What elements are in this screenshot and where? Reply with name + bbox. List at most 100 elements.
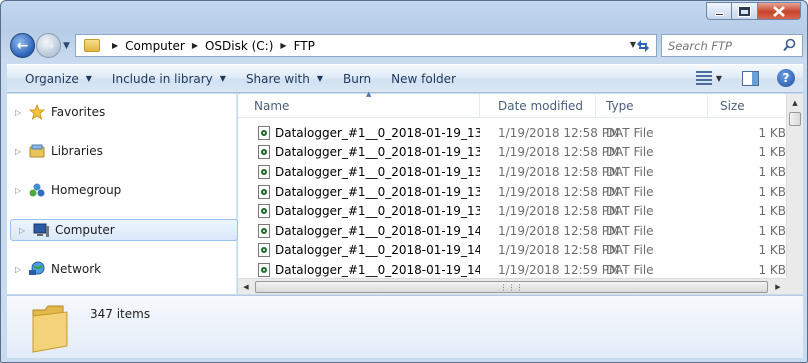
table-row[interactable]: Datalogger_#1__0_2018-01-19_14-00-32_0..… — [238, 241, 786, 261]
homegroup-icon — [29, 182, 45, 198]
caption-buttons — [706, 2, 801, 20]
item-count: 347 items — [90, 307, 151, 321]
table-row[interactable]: Datalogger_#1__0_2018-01-19_14-00-00_0..… — [238, 221, 786, 241]
help-icon[interactable]: ? — [777, 69, 795, 87]
file-date: 1/19/2018 12:58 PM — [498, 243, 620, 258]
breadcrumb-computer[interactable]: Computer — [125, 39, 185, 53]
back-button[interactable]: ← — [10, 33, 35, 58]
include-in-library-button[interactable]: Include in library ▼ — [102, 72, 236, 86]
scrollbar-corner — [786, 278, 803, 294]
details-pane: 347 items — [7, 295, 803, 358]
expand-icon[interactable]: ▷ — [15, 186, 23, 195]
forward-button[interactable]: → — [36, 33, 61, 58]
expand-icon[interactable]: ▷ — [19, 226, 27, 235]
search-icon[interactable] — [783, 38, 796, 52]
table-row[interactable]: Datalogger_#1__0_2018-01-19_13-58-00_0..… — [238, 143, 786, 163]
close-button[interactable] — [758, 2, 801, 20]
file-date: 1/19/2018 12:58 PM — [498, 164, 620, 179]
table-row[interactable]: Datalogger_#1__0_2018-01-19_13-59-07_0..… — [238, 182, 786, 202]
scroll-right-icon[interactable]: ▶ — [770, 279, 786, 295]
dat-file-icon — [258, 204, 270, 219]
refresh-button[interactable] — [629, 34, 656, 57]
preview-pane-icon[interactable] — [742, 70, 759, 86]
expand-icon[interactable]: ▷ — [15, 108, 23, 117]
table-row[interactable]: Datalogger_#1__0_2018-01-19_13-59-30_0..… — [238, 201, 786, 221]
file-list: ▲ Name Date modified Type Size Datalogge… — [238, 90, 803, 294]
expand-icon[interactable]: ▷ — [15, 147, 23, 156]
maximize-button[interactable] — [732, 2, 758, 20]
table-row[interactable]: Datalogger_#1__0_2018-01-19_13-57-30_0..… — [238, 123, 786, 143]
column-header-date[interactable]: Date modified — [480, 94, 596, 118]
sidebar-item-favorites[interactable]: ▷ Favorites — [7, 101, 236, 123]
horizontal-scrollbar[interactable]: ◀ ⋮⋮⋮ ▶ — [238, 278, 786, 294]
share-with-button[interactable]: Share with ▼ — [236, 72, 333, 86]
column-header-type[interactable]: Type — [596, 94, 708, 118]
vertical-scroll-thumb[interactable] — [789, 112, 801, 126]
file-size: 1 KB — [758, 125, 786, 140]
address-bar[interactable]: ▶ Computer ▶ OSDisk (C:) ▶ FTP ▼ — [75, 34, 657, 57]
breadcrumb-separator-icon[interactable]: ▶ — [112, 41, 118, 50]
file-size: 1 KB — [758, 184, 786, 199]
column-headers: ▲ Name Date modified Type Size — [238, 90, 803, 118]
vertical-scrollbar[interactable]: ▲ — [786, 94, 803, 278]
column-header-label: Date modified — [498, 99, 584, 113]
change-view-icon[interactable] — [695, 71, 712, 85]
file-size: 1 KB — [758, 164, 786, 179]
sidebar-item-homegroup[interactable]: ▷ Homegroup — [7, 179, 236, 201]
breadcrumb-separator-icon[interactable]: ▶ — [192, 41, 198, 50]
folder-icon — [84, 39, 100, 52]
scroll-up-icon[interactable]: ▲ — [787, 94, 803, 111]
scroll-left-icon[interactable]: ◀ — [238, 279, 254, 295]
library-icon — [29, 143, 45, 159]
column-header-label: Size — [720, 99, 745, 113]
forward-arrow-icon: → — [42, 37, 55, 54]
breadcrumb-osdisk[interactable]: OSDisk (C:) — [205, 39, 273, 53]
navigation-pane: ▷ Favorites ▷ Libraries ▷ Homegroup ▷ Co… — [7, 94, 238, 294]
file-type: DAT File — [606, 184, 654, 199]
command-bar: Organize ▼ Include in library ▼ Share with… — [7, 64, 803, 93]
dat-file-icon — [258, 262, 270, 277]
breadcrumb-separator-icon[interactable]: ▶ — [280, 41, 286, 50]
column-header-label: Name — [254, 99, 290, 113]
organize-label: Organize — [25, 71, 79, 86]
file-date: 1/19/2018 12:58 PM — [498, 223, 620, 238]
horizontal-scroll-thumb[interactable]: ⋮⋮⋮ — [255, 281, 768, 293]
network-icon — [29, 261, 45, 277]
search-input[interactable] — [668, 38, 780, 53]
expand-icon[interactable]: ▷ — [15, 265, 23, 274]
view-options-dropdown-icon[interactable]: ▼ — [716, 74, 722, 83]
file-name: Datalogger_#1__0_2018-01-19_14-01-00_0..… — [275, 262, 480, 277]
burn-button[interactable]: Burn — [333, 72, 381, 86]
column-header-label: Type — [606, 99, 634, 113]
column-header-name[interactable]: ▲ Name — [238, 90, 480, 118]
minimize-button[interactable] — [706, 2, 732, 20]
star-icon — [29, 104, 45, 120]
sidebar-item-network[interactable]: ▷ Network — [7, 258, 236, 280]
include-in-library-label: Include in library — [111, 71, 213, 86]
file-type: DAT File — [606, 164, 654, 179]
table-row[interactable]: Datalogger_#1__0_2018-01-19_13-58-30_0..… — [238, 162, 786, 182]
dat-file-icon — [258, 125, 270, 140]
column-header-size[interactable]: Size — [708, 94, 786, 118]
file-type: DAT File — [606, 262, 654, 277]
file-type: DAT File — [606, 243, 654, 258]
sidebar-item-computer[interactable]: ▷ Computer — [10, 219, 238, 241]
file-name: Datalogger_#1__0_2018-01-19_13-58-00_0..… — [275, 145, 480, 160]
dat-file-icon — [258, 164, 270, 179]
file-date: 1/19/2018 12:58 PM — [498, 204, 620, 219]
file-type: DAT File — [606, 204, 654, 219]
new-folder-button[interactable]: New folder — [381, 72, 466, 86]
dat-file-icon — [258, 223, 270, 238]
file-name: Datalogger_#1__0_2018-01-19_13-57-30_0..… — [275, 125, 480, 140]
file-size: 1 KB — [758, 262, 786, 277]
file-name: Datalogger_#1__0_2018-01-19_14-00-00_0..… — [275, 223, 480, 238]
table-row[interactable]: Datalogger_#1__0_2018-01-19_14-01-00_0..… — [238, 260, 786, 280]
sidebar-item-libraries[interactable]: ▷ Libraries — [7, 140, 236, 162]
recent-pages-dropdown[interactable]: ▼ — [63, 41, 70, 51]
sidebar-item-label: Computer — [55, 223, 115, 237]
breadcrumb-ftp[interactable]: FTP — [294, 39, 315, 53]
organize-button[interactable]: Organize ▼ — [15, 72, 102, 86]
file-date: 1/19/2018 12:58 PM — [498, 145, 620, 160]
dat-file-icon — [258, 243, 270, 258]
search-box[interactable] — [661, 34, 803, 57]
